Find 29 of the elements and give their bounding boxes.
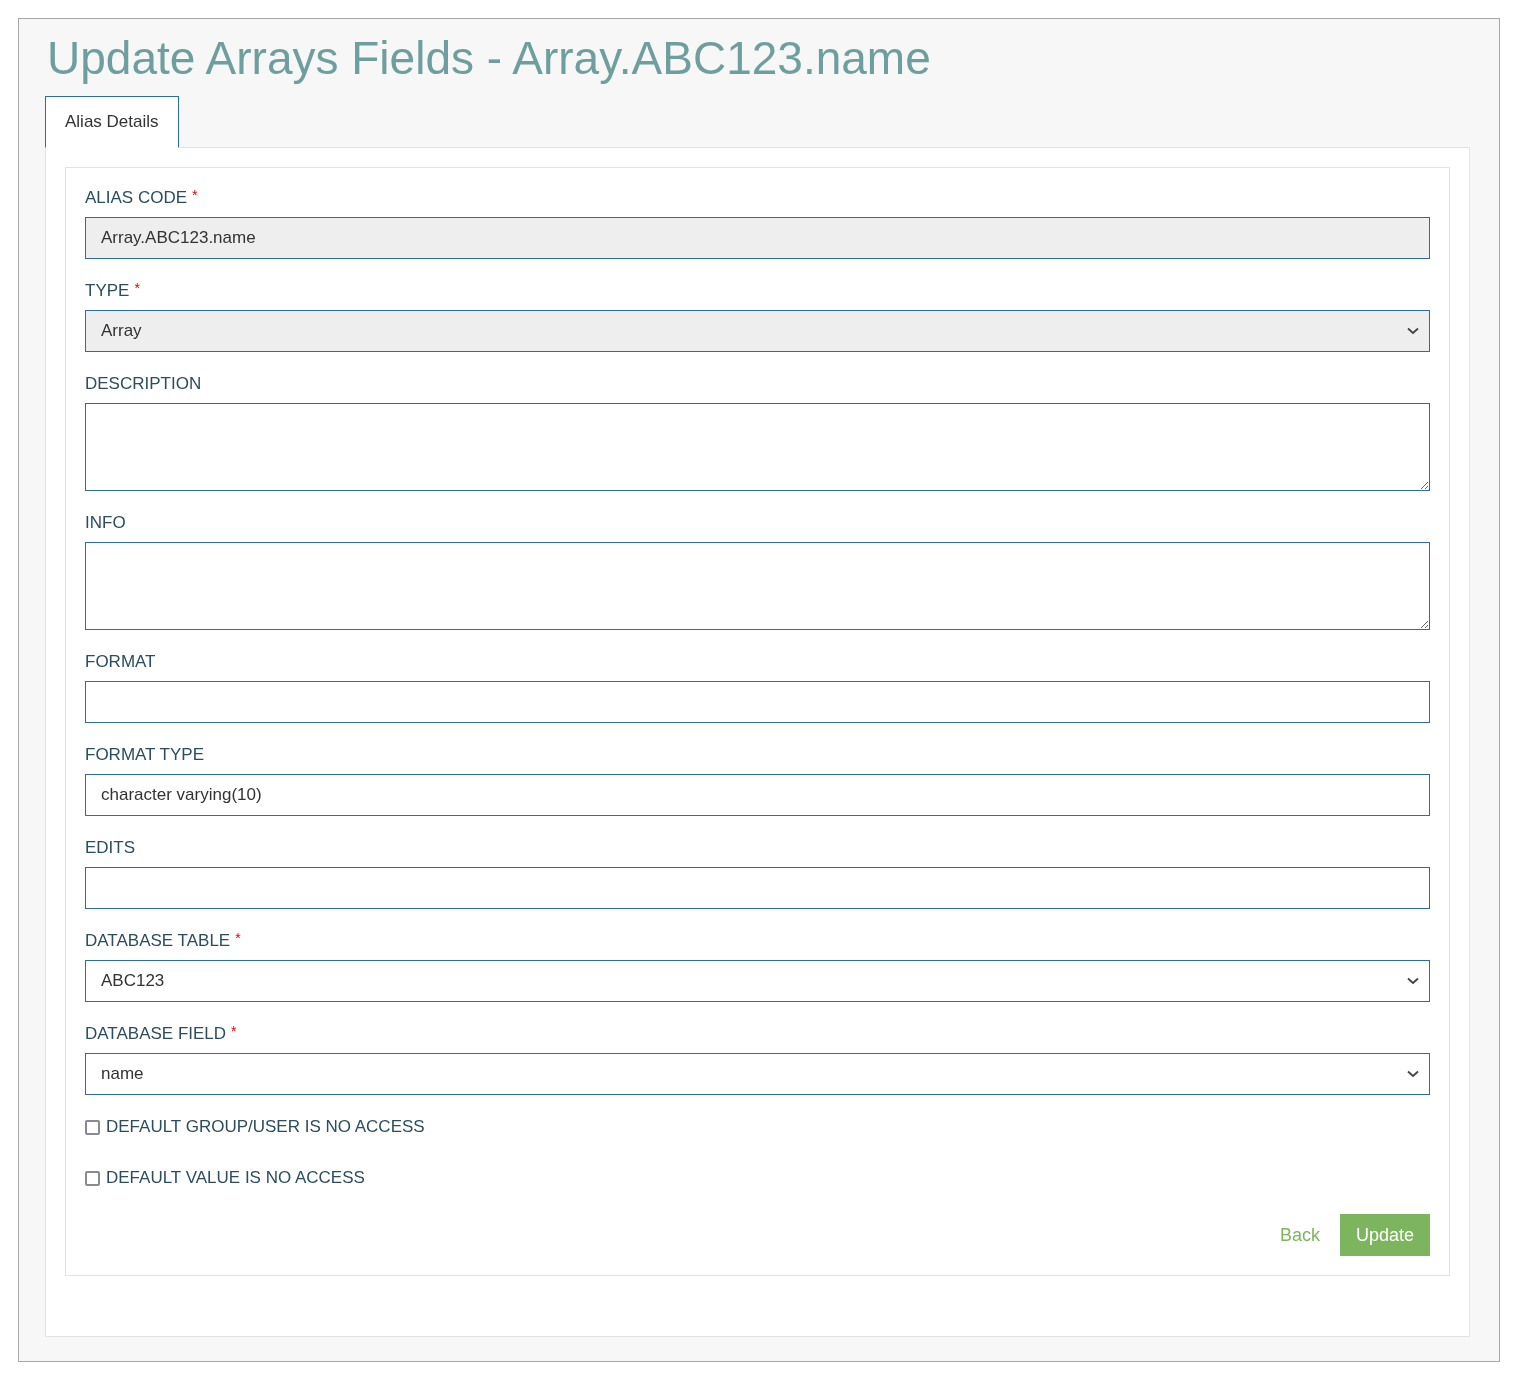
checkbox[interactable] (85, 1170, 100, 1186)
required-mark: * (235, 931, 241, 945)
chevron-down-icon (1407, 327, 1419, 335)
required-mark: * (231, 1024, 237, 1038)
page-title: Update Arrays Fields - Array.ABC123.name (47, 31, 932, 86)
field-label: TYPE (85, 281, 130, 301)
field-label: ALIAS CODE (85, 188, 188, 208)
required-mark: * (134, 281, 140, 295)
dropdown[interactable]: name (85, 1053, 1430, 1095)
field-label: DATABASE FIELD (85, 1024, 227, 1044)
dropdown[interactable]: ABC123 (85, 960, 1430, 1002)
chevron-down-icon (1407, 977, 1419, 985)
checkbox-label: DEFAULT GROUP/USER IS NO ACCESS (106, 1116, 425, 1139)
chevron-down-icon (1407, 1070, 1419, 1078)
required-mark: * (192, 188, 198, 202)
field-label: FORMAT (85, 652, 156, 672)
text-area[interactable] (85, 403, 1430, 491)
text-area[interactable] (85, 542, 1430, 630)
field-label: DATABASE TABLE (85, 931, 231, 951)
field-label: EDITS (85, 838, 136, 858)
field-label: DESCRIPTION (85, 374, 202, 394)
checkbox[interactable] (85, 1119, 100, 1135)
input-field[interactable] (85, 867, 1430, 909)
field-label: FORMAT TYPE (85, 745, 205, 765)
input-field[interactable]: character varying(10) (85, 774, 1430, 816)
tab[interactable]: Alias Details (45, 96, 179, 148)
checkbox-label: DEFAULT VALUE IS NO ACCESS (106, 1167, 365, 1190)
field-label: INFO (85, 513, 126, 533)
input-field[interactable] (85, 681, 1430, 723)
